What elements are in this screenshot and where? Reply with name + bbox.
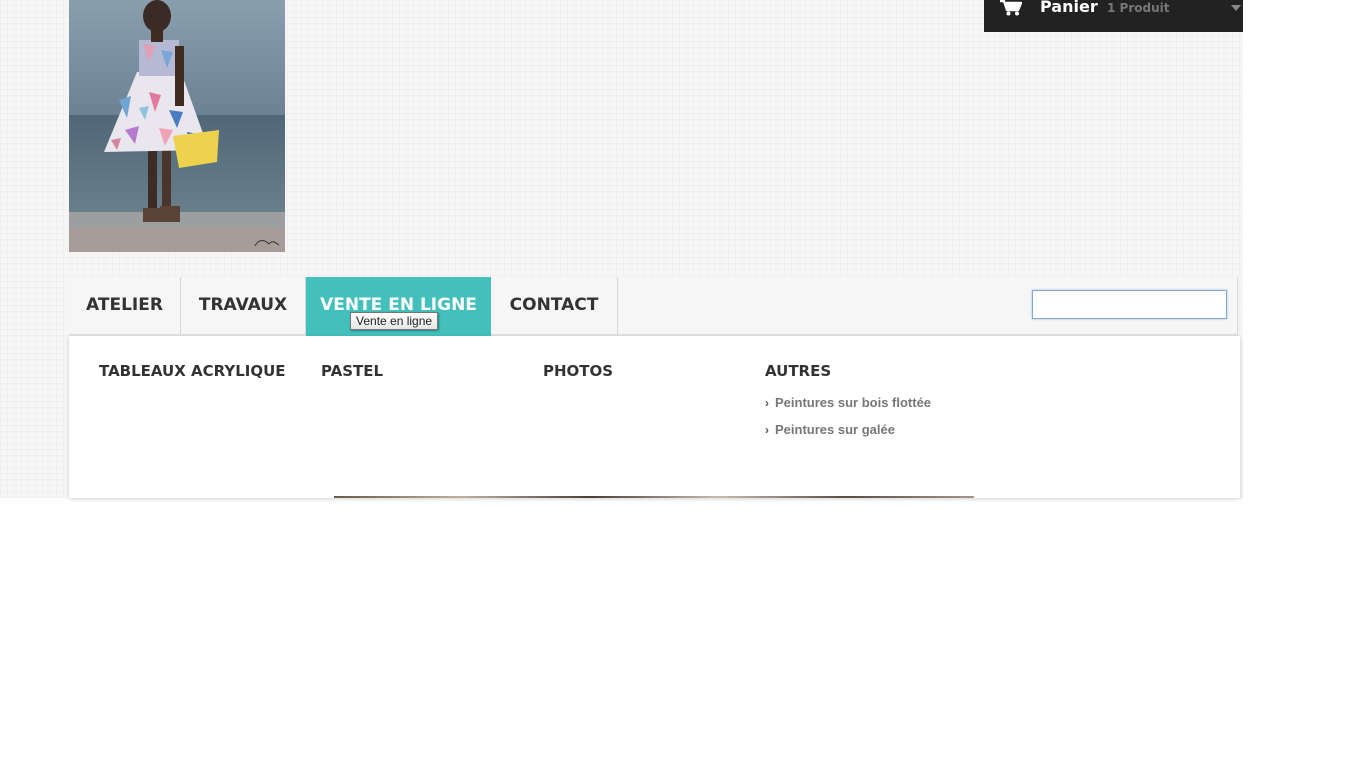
tooltip: Vente en ligne	[350, 312, 439, 330]
cart-block[interactable]: Panier 1 Produit	[984, 0, 1243, 32]
main-menu: ATELIER TRAVAUX VENTE EN LIGNE CONTACT	[69, 277, 1238, 336]
menu-divider	[1237, 277, 1238, 334]
menu-item-travaux[interactable]: TRAVAUX	[181, 277, 306, 334]
chevron-right-icon: ›	[765, 396, 769, 410]
category-pastel[interactable]: PASTEL	[321, 362, 383, 380]
cart-count: 1 Produit	[1107, 1, 1170, 15]
category-autres[interactable]: AUTRES	[765, 362, 831, 380]
mega-menu-dropdown: TABLEAUX ACRYLIQUE PASTEL PHOTOS AUTRES …	[69, 336, 1240, 498]
menu-item-atelier[interactable]: ATELIER	[69, 277, 181, 334]
menu-item-contact[interactable]: CONTACT	[491, 277, 618, 334]
shopping-cart-icon	[1000, 0, 1022, 16]
subcategory-link[interactable]: › Peintures sur bois flottée	[765, 395, 931, 410]
content-image-edge	[334, 496, 974, 498]
site-logo-painting[interactable]	[69, 0, 285, 252]
caret-down-icon[interactable]	[1231, 5, 1241, 11]
subcategory-label: Peintures sur galée	[775, 422, 895, 437]
search-input[interactable]	[1032, 290, 1227, 319]
category-tableaux-acrylique[interactable]: TABLEAUX ACRYLIQUE	[99, 362, 286, 380]
cart-title: Panier	[1040, 0, 1098, 16]
painting-image	[69, 0, 285, 252]
category-photos[interactable]: PHOTOS	[543, 362, 613, 380]
subcategory-link[interactable]: › Peintures sur galée	[765, 422, 895, 437]
chevron-right-icon: ›	[765, 423, 769, 437]
subcategory-label: Peintures sur bois flottée	[775, 395, 932, 410]
